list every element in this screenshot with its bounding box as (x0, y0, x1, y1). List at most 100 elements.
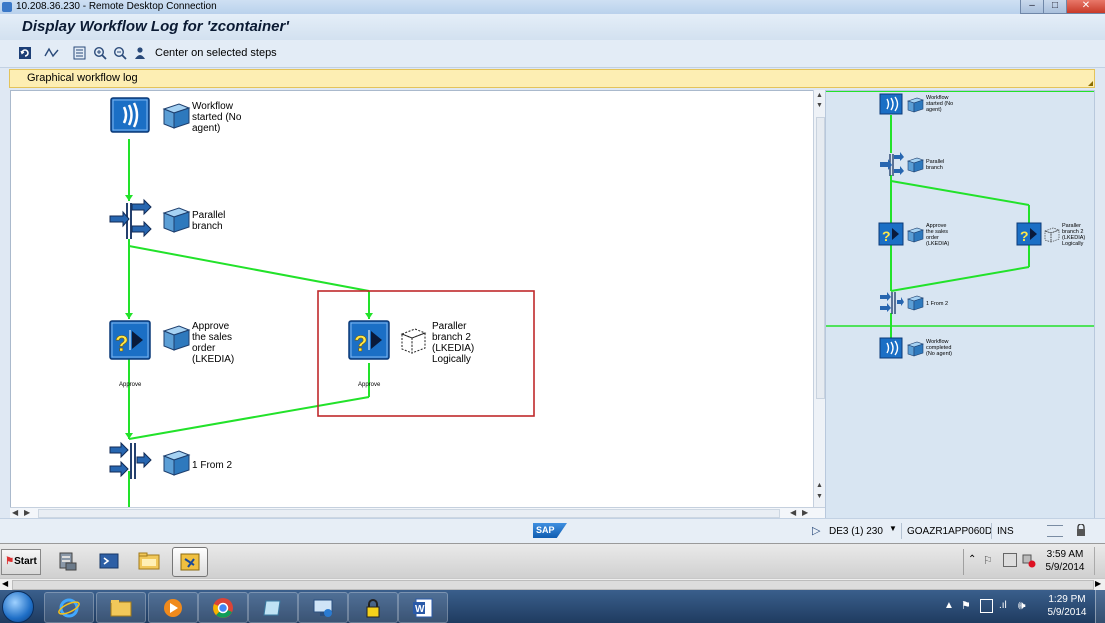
host-taskbar: W ▲ ⚑ .ıl 🕪 1:29 PM 5/9/2014 (0, 590, 1105, 623)
server-manager-icon[interactable] (52, 547, 82, 575)
workflow-overview-panel[interactable]: Workflow started (No agent) Parallel bra… (825, 90, 1095, 519)
parallel-branch-icon[interactable] (109, 198, 152, 239)
work-item-cube-icon (162, 103, 191, 129)
logically-deleted-cube-icon (400, 328, 427, 354)
node-label-start: Workflow started (No agent) (192, 101, 244, 134)
work-item-cube-icon (162, 325, 191, 351)
chrome-icon[interactable] (198, 592, 248, 623)
sap-status-bar: SAP ▷ DE3 (1) 230 ▼ GOAZR1APP060D INS (0, 518, 1105, 544)
host-clock-date[interactable]: 5/9/2014 (1041, 607, 1093, 618)
tray-divider (963, 549, 964, 575)
start-label: Start (14, 556, 37, 567)
security-lock-icon[interactable] (348, 592, 398, 623)
show-desktop-button[interactable] (1095, 590, 1105, 623)
signal-strength-icon[interactable]: .ıl (999, 600, 1007, 611)
work-item-cube-icon (162, 450, 191, 476)
corner-triangle-icon (1088, 81, 1093, 86)
internet-explorer-icon[interactable] (44, 592, 94, 623)
work-item-cube-icon (907, 227, 924, 243)
powershell-icon[interactable] (94, 547, 124, 575)
horizontal-scroll-thumb[interactable] (38, 509, 780, 518)
status-divider (901, 523, 902, 539)
show-desktop-button[interactable] (1094, 547, 1104, 575)
workflow-start-icon[interactable] (110, 97, 150, 133)
system-info: DE3 (1) 230 (829, 526, 883, 537)
work-item-cube-icon (907, 157, 924, 173)
scroll-right-icon[interactable]: ▶ (1095, 579, 1101, 588)
remote-clock-date[interactable]: 5/9/2014 (1043, 562, 1087, 573)
device-icon[interactable] (980, 599, 993, 613)
overview-approve-icon[interactable]: ? (878, 222, 904, 246)
remote-clock-time[interactable]: 3:59 AM (1043, 549, 1087, 560)
work-item-cube-icon (907, 97, 924, 113)
overview-parallel-icon[interactable] (880, 152, 904, 176)
tray-expand-icon[interactable]: ⌃ (968, 554, 976, 565)
windows-start-orb[interactable] (2, 591, 34, 623)
agent-icon[interactable] (132, 45, 148, 61)
maximize-button[interactable]: □ (1043, 0, 1067, 14)
scroll-up-icon[interactable]: ▲ (816, 92, 823, 99)
network-icon[interactable] (1003, 553, 1017, 567)
node-label-join: 1 From 2 (192, 460, 232, 471)
lock-icon[interactable] (1076, 523, 1086, 536)
system-dropdown-icon[interactable]: ▼ (889, 524, 897, 533)
scroll-right-icon[interactable]: ▶ (802, 508, 808, 517)
overview-paraller-2-icon[interactable]: ? (1016, 222, 1042, 246)
join-branch-icon[interactable] (109, 441, 152, 479)
overview-label-approve: Approve the sales order (LKEDIA) (926, 223, 950, 247)
host-clock-time[interactable]: 1:29 PM (1041, 594, 1093, 605)
horizontal-scroll-thumb[interactable] (12, 580, 1094, 590)
page-title: Display Workflow Log for 'zcontainer' (22, 18, 289, 35)
action-center-flag-icon[interactable]: ⚑ (961, 599, 971, 612)
svg-text:W: W (415, 604, 425, 615)
scroll-up-icon[interactable]: ▲ (816, 482, 823, 489)
volume-icon[interactable]: 🕪 (1018, 598, 1026, 613)
zoom-out-icon[interactable] (112, 45, 128, 61)
overview-join-icon[interactable] (880, 292, 904, 314)
overview-complete-icon[interactable] (879, 337, 903, 359)
scroll-down-icon[interactable]: ▼ (816, 493, 823, 500)
overview-label-paraller-2: Paraller branch 2 (LKEDIA) Logically (1062, 223, 1087, 247)
insert-mode: INS (997, 526, 1014, 537)
svg-text:?: ? (115, 331, 128, 356)
sap-logo: SAP (533, 523, 567, 538)
status-expand-icon[interactable]: ▷ (812, 524, 820, 537)
word-icon[interactable]: W (398, 592, 448, 623)
sap-gui-task-icon[interactable] (172, 547, 208, 577)
scroll-left-icon[interactable]: ◀ (790, 508, 796, 517)
scroll-down-icon[interactable]: ▼ (816, 102, 823, 109)
workflow-graph-canvas[interactable]: Workflow started (No agent) Parallel bra… (10, 90, 815, 509)
paraller-branch-2-step-icon[interactable]: ? (348, 320, 390, 360)
logically-deleted-cube-icon (1044, 227, 1060, 243)
sticky-tool-icon[interactable] (248, 592, 298, 623)
overview-start-icon[interactable] (879, 93, 903, 115)
minimize-button[interactable]: – (1020, 0, 1044, 14)
remote-start-button[interactable]: ⚑Start (1, 549, 41, 575)
vertical-scroll-thumb[interactable] (816, 117, 825, 399)
rdp-window-title: 10.208.36.230 - Remote Desktop Connectio… (16, 1, 217, 12)
center-on-selected-steps-button[interactable]: Center on selected steps (155, 47, 277, 59)
scroll-left-icon[interactable]: ◀ (12, 508, 18, 517)
refresh-icon[interactable] (17, 45, 33, 61)
scroll-left-icon[interactable]: ◀ (2, 579, 8, 588)
work-item-cube-icon (907, 295, 924, 311)
explorer-folder-icon[interactable] (134, 547, 164, 575)
zoom-in-icon[interactable] (92, 45, 108, 61)
node-label-parallel: Parallel branch (192, 210, 228, 232)
close-button[interactable]: ✕ (1066, 0, 1105, 14)
network-error-icon[interactable] (1022, 554, 1036, 568)
approve-step-icon[interactable]: ? (109, 320, 151, 360)
tray-expand-icon[interactable]: ▲ (944, 600, 954, 611)
session-icon[interactable] (1047, 525, 1063, 537)
windows-explorer-icon[interactable] (96, 592, 146, 623)
scroll-right-icon[interactable]: ▶ (24, 508, 30, 517)
overview-label-join: 1 From 2 (926, 301, 948, 307)
remote-desktop-icon[interactable] (298, 592, 348, 623)
rdp-title-bar: 10.208.36.230 - Remote Desktop Connectio… (0, 0, 1105, 15)
legend-icon[interactable] (72, 45, 88, 61)
workflow-path-icon[interactable] (44, 45, 60, 61)
media-player-icon[interactable] (148, 592, 198, 623)
sap-title-bar: Display Workflow Log for 'zcontainer' (0, 14, 1105, 40)
action-center-flag-icon[interactable]: ⚐ (983, 554, 993, 567)
server-name: GOAZR1APP060D (907, 526, 993, 537)
